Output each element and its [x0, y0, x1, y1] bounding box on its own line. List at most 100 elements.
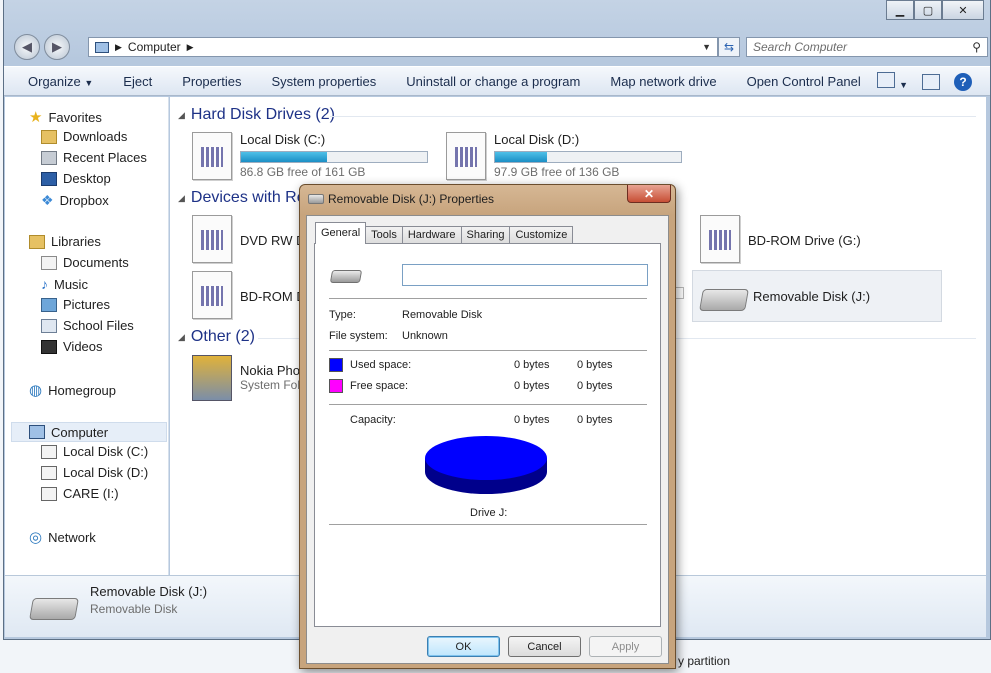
- drive-item-c[interactable]: Local Disk (C:) 86.8 GB free of 161 GB: [192, 132, 428, 180]
- usage-bar: [494, 151, 682, 163]
- nav-local-disk-d[interactable]: Local Disk (D:): [41, 465, 148, 480]
- used-space-size: 0 bytes: [577, 359, 613, 371]
- nav-recent-places[interactable]: Recent Places: [41, 150, 147, 165]
- search-icon[interactable]: ⚲: [972, 40, 981, 54]
- separator: [329, 350, 647, 351]
- dialog-title: Removable Disk (J:) Properties: [328, 192, 495, 206]
- nav-label: Libraries: [51, 234, 101, 249]
- nav-libraries[interactable]: Libraries: [29, 234, 101, 249]
- forward-button[interactable]: ▶: [44, 34, 70, 60]
- tab-sharing[interactable]: Sharing: [460, 226, 511, 244]
- close-button[interactable]: ✕: [942, 0, 984, 20]
- change-view-button[interactable]: ▼: [877, 72, 908, 91]
- breadcrumb-computer[interactable]: Computer: [128, 40, 181, 54]
- pictures-icon: [41, 297, 57, 312]
- eject-button[interactable]: Eject: [108, 74, 167, 89]
- nav-videos[interactable]: Videos: [41, 339, 103, 354]
- properties-button[interactable]: Properties: [167, 74, 256, 89]
- group-hard-disk-drives[interactable]: ◢ Hard Disk Drives (2): [178, 106, 335, 124]
- group-devices-removable[interactable]: ◢ Devices with Re: [178, 189, 306, 207]
- nav-local-disk-c[interactable]: Local Disk (C:): [41, 444, 148, 459]
- back-button[interactable]: ◀: [14, 34, 40, 60]
- command-bar: Organize ▼ Eject Properties System prope…: [4, 66, 990, 96]
- drive-letter-label: Drive J:: [470, 507, 508, 519]
- tab-tools[interactable]: Tools: [365, 226, 403, 244]
- folder-icon: [41, 129, 57, 144]
- libraries-icon: [29, 234, 45, 249]
- ok-button[interactable]: OK: [427, 636, 500, 657]
- nav-school-files[interactable]: School Files: [41, 318, 134, 333]
- uninstall-program-button[interactable]: Uninstall or change a program: [391, 74, 595, 89]
- drive-name: Local Disk (D:): [494, 132, 580, 147]
- apply-button[interactable]: Apply: [589, 636, 662, 657]
- address-bar[interactable]: ▶ Computer ▶ ▼: [88, 37, 718, 57]
- nav-desktop[interactable]: Desktop: [41, 171, 111, 186]
- capacity-size: 0 bytes: [577, 414, 613, 426]
- drive-item-bdrom-g[interactable]: BD-ROM Drive (G:): [700, 215, 861, 263]
- organize-label: Organize: [28, 73, 81, 89]
- nokia-phone-item[interactable]: Nokia Phon System Fol: [192, 355, 307, 401]
- star-icon: ★: [29, 109, 43, 126]
- nav-label: Documents: [63, 255, 129, 270]
- drive-free-space: 86.8 GB free of 161 GB: [240, 165, 366, 179]
- tab-hardware[interactable]: Hardware: [401, 226, 462, 244]
- drive-item-removable-j[interactable]: Removable Disk (J:): [692, 270, 942, 322]
- nav-label: Local Disk (D:): [63, 465, 149, 480]
- organize-button[interactable]: Organize ▼: [4, 74, 108, 89]
- drive-item-bdrom[interactable]: BD-ROM D: [192, 271, 306, 319]
- nav-music[interactable]: ♪ Music: [41, 276, 88, 292]
- nav-label: School Files: [63, 318, 134, 333]
- nav-pictures[interactable]: Pictures: [41, 297, 110, 312]
- group-title: Other (2): [190, 328, 255, 345]
- music-icon: ♪: [41, 276, 48, 292]
- help-icon[interactable]: ?: [954, 72, 972, 91]
- hard-drive-icon: [192, 132, 232, 180]
- drive-item-dvd[interactable]: DVD RW Dr: [192, 215, 310, 263]
- separator: [329, 524, 647, 525]
- map-network-drive-button[interactable]: Map network drive: [595, 74, 731, 89]
- collapse-triangle-icon: ◢: [178, 331, 185, 342]
- free-space-bytes: 0 bytes: [514, 380, 550, 392]
- system-properties-button[interactable]: System properties: [256, 74, 391, 89]
- chevron-down-icon[interactable]: ▼: [702, 42, 711, 52]
- nav-care-i[interactable]: CARE (I:): [41, 486, 119, 501]
- volume-label-input[interactable]: [402, 264, 648, 286]
- nav-documents[interactable]: Documents: [41, 255, 129, 270]
- address-row: ◀ ▶ ▶ Computer ▶ ▼ ⇆ Search Computer ⚲: [14, 34, 988, 60]
- chevron-down-icon: ▼: [899, 80, 908, 90]
- nav-homegroup[interactable]: ◍ Homegroup: [29, 381, 116, 399]
- navigation-pane: ★ Favorites Downloads Recent Places Deskt…: [5, 97, 169, 575]
- nav-network[interactable]: ◎ Network: [29, 528, 96, 546]
- view-icon: [877, 72, 896, 88]
- nav-favorites[interactable]: ★ Favorites: [29, 108, 102, 126]
- cancel-button[interactable]: Cancel: [508, 636, 581, 657]
- nav-computer[interactable]: Computer: [11, 422, 167, 442]
- tab-customize[interactable]: Customize: [509, 226, 574, 244]
- maximize-button[interactable]: ▢: [914, 0, 942, 20]
- search-input[interactable]: Search Computer ⚲: [746, 37, 988, 57]
- chevron-down-icon: ▼: [84, 77, 94, 88]
- collapse-triangle-icon: ◢: [178, 109, 185, 120]
- hard-drive-icon: [41, 444, 57, 459]
- capacity-bytes: 0 bytes: [514, 414, 550, 426]
- usage-bar: [240, 151, 428, 163]
- nav-label: Network: [48, 529, 96, 545]
- search-placeholder: Search Computer: [753, 40, 848, 54]
- refresh-button[interactable]: ⇆: [718, 37, 740, 57]
- tab-general[interactable]: General: [315, 222, 367, 244]
- used-space-swatch: [329, 358, 343, 372]
- preview-pane-icon[interactable]: [922, 73, 940, 90]
- details-name: Removable Disk (J:): [90, 584, 208, 599]
- details-type: Removable Disk: [90, 602, 178, 616]
- dialog-close-button[interactable]: ✕: [627, 185, 671, 203]
- group-other[interactable]: ◢ Other (2): [178, 328, 255, 346]
- nav-dropbox[interactable]: ❖ Dropbox: [41, 192, 109, 209]
- file-system-label: File system:: [329, 330, 388, 342]
- minimize-button[interactable]: ▁: [886, 0, 914, 20]
- open-control-panel-button[interactable]: Open Control Panel: [732, 74, 876, 89]
- free-space-label: Free space:: [350, 380, 409, 392]
- nav-label: Music: [54, 276, 88, 292]
- usb-drive-icon: [329, 270, 363, 283]
- nav-downloads[interactable]: Downloads: [41, 129, 127, 144]
- drive-item-d[interactable]: Local Disk (D:) 97.9 GB free of 136 GB: [446, 132, 682, 180]
